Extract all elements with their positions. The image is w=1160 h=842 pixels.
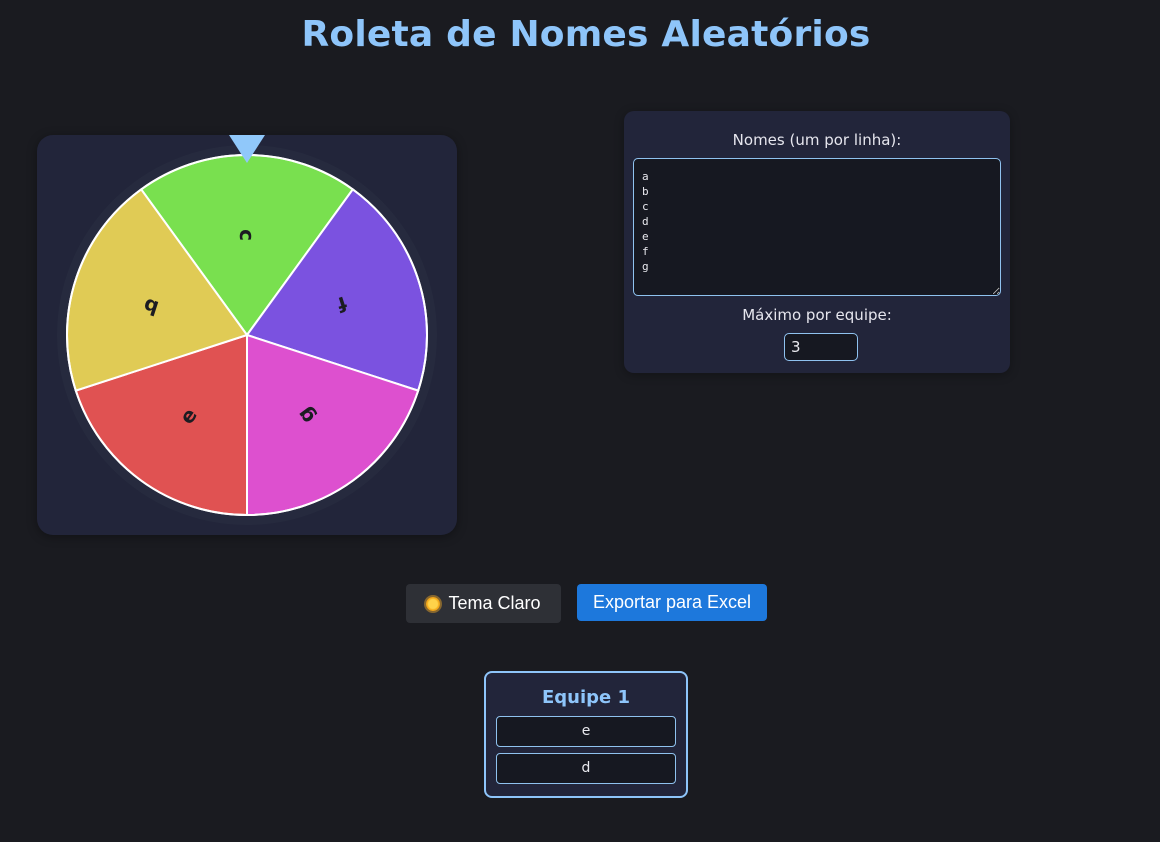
theme-toggle-button[interactable]: Tema Claro [406,584,561,623]
names-panel: Nomes (um por linha): a b c d e f g Máxi… [624,111,1010,373]
wheel-pointer-icon [229,135,265,163]
team-card: Equipe 1 e d [484,671,688,798]
roulette-wheel[interactable]: cfgeq [37,135,457,535]
max-per-team-label: Máximo por equipe: [742,306,892,324]
sun-icon [426,596,441,611]
team-member: e [496,716,676,747]
page: Roleta de Nomes Aleatórios cfgeq Nomes (… [0,0,1160,842]
names-label: Nomes (um por linha): [732,131,902,149]
page-title: Roleta de Nomes Aleatórios [301,14,871,55]
team-member: d [496,753,676,784]
team-title: Equipe 1 [541,687,631,708]
max-per-team-input[interactable] [784,333,858,361]
theme-toggle-label: Tema Claro [448,593,541,613]
wheel-card: cfgeq [37,135,457,535]
wheel-segment-label: c [235,229,259,241]
names-textarea[interactable]: a b c d e f g [633,158,1001,296]
export-excel-button[interactable]: Exportar para Excel [577,584,767,621]
